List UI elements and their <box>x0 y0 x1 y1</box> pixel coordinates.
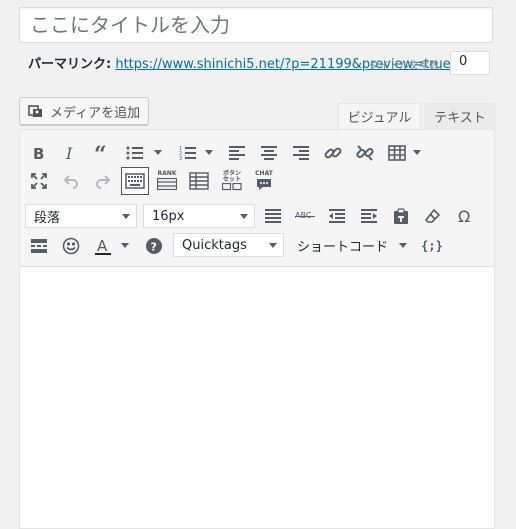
add-media-button[interactable]: メディアを追加 <box>19 97 149 125</box>
chat-label: CHAT <box>255 170 273 177</box>
text-color-icon[interactable]: A <box>92 235 114 257</box>
quicktags-select[interactable]: Quicktags <box>173 233 284 257</box>
bullet-list-icon[interactable] <box>124 142 146 164</box>
numbered-list-chevron-down-icon[interactable] <box>205 150 213 156</box>
help-icon[interactable]: ? <box>143 235 165 257</box>
shortcode-chevron-down-icon[interactable] <box>399 243 407 249</box>
title-input[interactable] <box>19 7 493 43</box>
redo-icon[interactable] <box>92 170 114 192</box>
chevron-down-icon <box>122 214 130 219</box>
chevron-down-icon <box>240 214 248 219</box>
shortcode-icon[interactable]: {;} <box>421 235 443 257</box>
link-icon[interactable] <box>322 142 344 164</box>
button-set-icon[interactable]: ボタン セット <box>220 170 244 192</box>
blockquote-icon[interactable]: “ <box>92 142 114 164</box>
shortcode-menu[interactable]: ショートコード <box>297 236 388 255</box>
permalink-label: パーマリンク: <box>28 57 112 72</box>
rank-label: RANK <box>157 170 177 177</box>
emoji-icon[interactable] <box>60 235 82 257</box>
strikethrough-icon[interactable]: ABC <box>294 205 316 227</box>
italic-icon[interactable]: I <box>60 142 82 164</box>
table-chevron-down-icon[interactable] <box>413 150 421 156</box>
svg-text:“: “ <box>94 145 107 161</box>
rank-icon[interactable]: RANK <box>155 170 179 192</box>
keyboard-shortcut-icon[interactable] <box>121 167 149 195</box>
chat-icon[interactable]: CHAT <box>252 170 276 192</box>
paste-text-icon[interactable] <box>390 205 412 227</box>
align-left-icon[interactable] <box>226 142 248 164</box>
format-select-value: 段落 <box>34 210 61 226</box>
add-media-label: メディアを追加 <box>50 105 141 121</box>
fullscreen-icon[interactable] <box>28 170 50 192</box>
justify-icon[interactable] <box>262 205 284 227</box>
fontsize-select[interactable]: 16px <box>143 204 255 228</box>
bold-icon[interactable]: B <box>28 142 50 164</box>
shortcode-brace-label: {;} <box>421 239 443 253</box>
tab-visual[interactable]: ビジュアル <box>338 103 421 129</box>
svg-text:A: A <box>97 237 108 255</box>
read-more-icon[interactable] <box>28 235 50 257</box>
undo-icon[interactable] <box>60 170 82 192</box>
outdent-icon[interactable] <box>326 205 348 227</box>
special-character-icon[interactable]: Ω <box>454 205 476 227</box>
svg-text:B: B <box>33 145 44 161</box>
title-char-count-label: タイトル文字数: <box>369 61 443 72</box>
table-icon[interactable] <box>386 142 408 164</box>
svg-text:Ω: Ω <box>458 208 470 224</box>
media-icon <box>28 105 42 117</box>
format-select[interactable]: 段落 <box>25 204 137 228</box>
svg-text:3: 3 <box>179 156 182 161</box>
numbered-list-icon[interactable]: 123 <box>177 142 199 164</box>
align-right-icon[interactable] <box>290 142 312 164</box>
quicktags-select-value: Quicktags <box>182 237 247 253</box>
fontsize-select-value: 16px <box>152 208 185 224</box>
text-color-chevron-down-icon[interactable] <box>121 243 129 249</box>
tab-text[interactable]: テキスト <box>425 103 495 129</box>
svg-text:?: ? <box>151 241 157 254</box>
column-table-icon[interactable] <box>188 170 210 192</box>
align-center-icon[interactable] <box>258 142 280 164</box>
shortcode-label: ショートコード <box>297 240 389 255</box>
svg-text:I: I <box>65 145 73 161</box>
chevron-down-icon <box>269 243 277 248</box>
title-char-count-field[interactable]: 0 <box>450 51 490 75</box>
indent-icon[interactable] <box>358 205 380 227</box>
bullet-list-chevron-down-icon[interactable] <box>154 150 162 156</box>
clear-formatting-icon[interactable] <box>422 205 444 227</box>
unlink-icon[interactable] <box>354 142 376 164</box>
